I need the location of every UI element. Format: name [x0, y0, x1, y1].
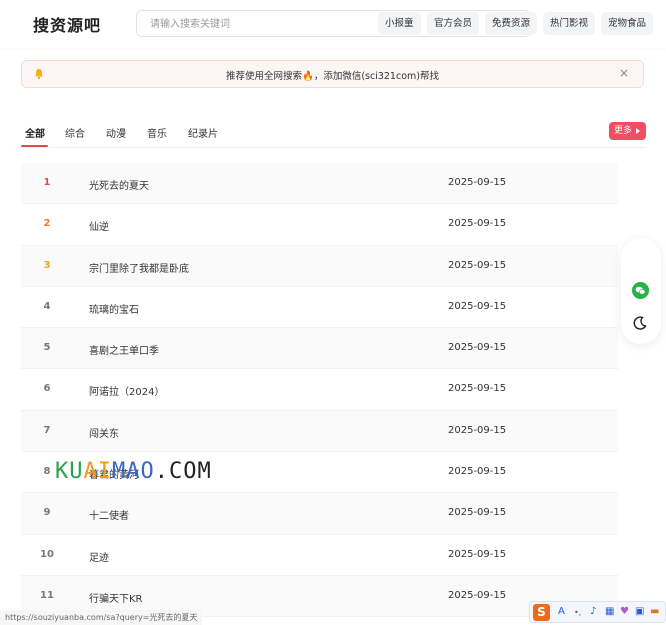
notice-banner: 推荐使用全网搜索🔥，添加微信(sci321com)帮找 × — [21, 60, 644, 88]
item-date: 2025-09-15 — [448, 507, 507, 519]
category-tabs: 全部 综合 动漫 音乐 纪录片 更多 — [21, 118, 646, 148]
item-date: 2025-09-15 — [448, 218, 507, 230]
chip-free-resources[interactable]: 免费资源 — [485, 12, 538, 35]
rank-number: 6 — [43, 383, 51, 395]
ime-punctuation-icon[interactable]: •, — [574, 608, 581, 617]
chip-xiaobaotong[interactable]: 小报童 — [378, 12, 421, 35]
item-title-link[interactable]: 光死去的夏天 — [89, 177, 149, 192]
tab-music[interactable]: 音乐 — [147, 125, 167, 140]
moon-icon[interactable] — [633, 316, 647, 330]
item-date: 2025-09-15 — [448, 548, 507, 560]
rank-number: 9 — [43, 507, 51, 519]
item-date: 2025-09-15 — [448, 300, 507, 312]
tab-anime[interactable]: 动漫 — [106, 125, 126, 140]
notice-text: 推荐使用全网搜索🔥，添加微信(sci321com)帮找 — [226, 71, 439, 82]
item-date: 2025-09-15 — [448, 259, 507, 271]
item-title-link[interactable]: 行骗天下KR — [89, 590, 143, 605]
more-tools-icon[interactable]: ▬ — [650, 606, 659, 617]
item-title-link[interactable]: 喜剧之王单口季 — [89, 342, 159, 357]
list-item[interactable]: 1 光死去的夏天 2025-09-15 — [21, 163, 618, 205]
site-header: 搜资源吧 小报童 官方会员 免费资源 热门影视 宠物食品 — [0, 0, 666, 48]
toolbox-icon[interactable]: ▣ — [635, 606, 644, 617]
rank-number: 10 — [40, 548, 54, 560]
search-input[interactable] — [150, 16, 370, 32]
list-item[interactable]: 6 阿诺拉（2024） 2025-09-15 — [21, 369, 618, 411]
tab-documentary[interactable]: 纪录片 — [188, 125, 218, 140]
item-title-link[interactable]: 阿诺拉（2024） — [89, 383, 164, 398]
chip-pet-food[interactable]: 宠物食品 — [601, 12, 654, 35]
list-item[interactable]: 2 仙逆 2025-09-15 — [21, 204, 618, 246]
item-title-link[interactable]: 仙逆 — [89, 218, 109, 233]
rank-number: 7 — [43, 424, 51, 436]
site-logo[interactable]: 搜资源吧 — [33, 12, 101, 36]
tab-general[interactable]: 综合 — [65, 125, 85, 140]
list-item[interactable]: 7 闯关东 2025-09-15 — [21, 410, 618, 453]
item-title-link[interactable]: 琉璃的宝石 — [89, 301, 139, 316]
chip-hot-movies[interactable]: 热门影视 — [543, 12, 596, 35]
watermark: KUAIMAO.COM — [55, 459, 212, 484]
more-button-label: 更多 — [614, 126, 633, 136]
rank-number: 8 — [43, 466, 51, 478]
item-date: 2025-09-15 — [448, 342, 507, 354]
rank-number: 2 — [43, 218, 51, 230]
item-date: 2025-09-15 — [448, 424, 507, 436]
item-date: 2025-09-15 — [448, 177, 507, 188]
keyboard-icon[interactable]: ▦ — [605, 606, 614, 617]
rank-number: 4 — [43, 300, 51, 312]
ime-logo-icon[interactable]: S — [533, 604, 550, 621]
list-item[interactable]: 9 十二使者 2025-09-15 — [21, 493, 618, 535]
ime-toolbar[interactable]: S A •, ♪ ▦ ♥ ▣ ▬ — [529, 601, 666, 623]
rank-number: 11 — [40, 589, 54, 601]
side-float-panel — [621, 238, 661, 344]
ranking-list: 1 光死去的夏天 2025-09-15 2 仙逆 2025-09-15 3 宗门… — [21, 163, 618, 618]
item-date: 2025-09-15 — [448, 383, 507, 395]
item-date: 2025-09-15 — [448, 589, 507, 601]
ime-letter-icon[interactable]: A — [558, 606, 565, 617]
item-title-link[interactable]: 十二使者 — [89, 507, 129, 522]
rank-number: 3 — [43, 259, 51, 271]
skin-icon[interactable]: ♥ — [620, 606, 629, 617]
microphone-icon[interactable]: ♪ — [590, 606, 596, 617]
more-button[interactable]: 更多 — [609, 122, 646, 140]
item-title-link[interactable]: 宗门里除了我都是卧底 — [89, 260, 189, 275]
item-title-link[interactable]: 足迹 — [89, 549, 109, 564]
chip-official-member[interactable]: 官方会员 — [427, 12, 480, 35]
tab-all[interactable]: 全部 — [25, 125, 45, 140]
item-title-link[interactable]: 闯关东 — [89, 425, 119, 440]
list-item[interactable]: 5 喜剧之王单口季 2025-09-15 — [21, 328, 618, 370]
close-icon[interactable]: × — [619, 66, 629, 80]
list-item[interactable]: 4 琉璃的宝石 2025-09-15 — [21, 287, 618, 329]
list-item[interactable]: 3 宗门里除了我都是卧底 2025-09-15 — [21, 245, 618, 287]
wechat-icon[interactable] — [632, 282, 649, 299]
status-bar-url: https://souziyuanba.com/sa?query=光死去的夏天 — [0, 610, 203, 625]
rank-number: 5 — [43, 342, 51, 354]
rank-number: 1 — [43, 177, 51, 188]
list-item[interactable]: 10 足迹 2025-09-15 — [21, 535, 618, 576]
chevron-right-icon — [636, 128, 640, 134]
item-date: 2025-09-15 — [448, 466, 507, 478]
active-tab-indicator — [21, 145, 48, 147]
